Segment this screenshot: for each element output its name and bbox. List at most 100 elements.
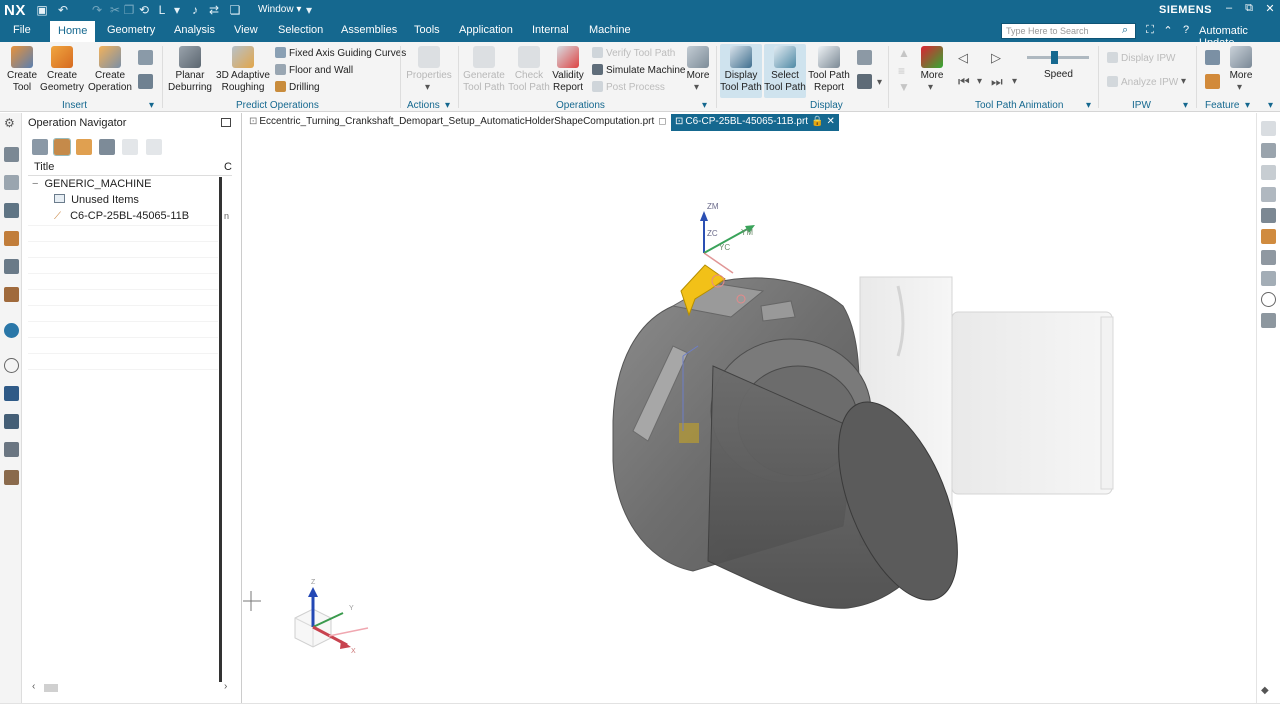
tool-display-icon[interactable] bbox=[1261, 229, 1276, 244]
verify-tool-path-button[interactable]: Verify Tool Path bbox=[592, 47, 675, 59]
play-icon[interactable]: ▷ bbox=[991, 50, 1001, 66]
save-icon[interactable]: ▣ bbox=[35, 3, 49, 17]
feature-more-button[interactable]: More bbox=[1228, 46, 1254, 82]
chevron-down-icon[interactable]: ▾ bbox=[1086, 100, 1091, 111]
rewind-icon[interactable]: ⏮ bbox=[958, 74, 970, 90]
copy-icon[interactable]: ❐ bbox=[122, 3, 136, 17]
chevron-down-icon[interactable]: ▾ bbox=[1012, 76, 1017, 87]
touch-mode-icon[interactable]: L bbox=[155, 3, 169, 17]
planar-deburring-button[interactable]: Planar Deburring bbox=[166, 46, 214, 94]
animation-more-button[interactable]: More bbox=[918, 46, 946, 82]
model-view[interactable]: ZM ZC YC YM Z Y X bbox=[243, 131, 1255, 703]
constraint-navigator-icon[interactable] bbox=[4, 287, 19, 302]
horizontal-scrollbar[interactable]: ‹ › bbox=[28, 681, 232, 695]
window-icon[interactable]: ❏ bbox=[228, 3, 242, 17]
menu-tools[interactable]: Tools bbox=[412, 24, 442, 36]
rendering-style-icon[interactable] bbox=[1261, 208, 1276, 223]
tool-display-icon[interactable] bbox=[857, 74, 872, 89]
menu-analysis[interactable]: Analysis bbox=[172, 24, 217, 36]
display-ipw-button[interactable]: Display IPW bbox=[1107, 52, 1175, 64]
window-menu[interactable]: Window ▾ bbox=[258, 4, 301, 15]
scroll-left-icon[interactable]: ‹ bbox=[32, 681, 35, 692]
find-features-icon[interactable] bbox=[1205, 74, 1220, 89]
gear-icon[interactable]: ⚙ bbox=[4, 116, 19, 131]
column-title[interactable]: Title bbox=[34, 161, 54, 173]
remove-item-icon[interactable] bbox=[146, 139, 162, 155]
menu-file[interactable]: File bbox=[11, 24, 33, 36]
create-operation-button[interactable]: Create Operation bbox=[86, 46, 134, 94]
post-process-button[interactable]: Post Process bbox=[592, 81, 665, 93]
collapse-icon[interactable]: − bbox=[32, 178, 38, 190]
hd3d-tools-icon[interactable] bbox=[4, 414, 19, 429]
machine-tool-view-icon[interactable] bbox=[53, 138, 71, 156]
machine-tool-navigator-icon[interactable] bbox=[4, 147, 19, 162]
view-triad-icon[interactable] bbox=[1261, 121, 1276, 136]
close-icon[interactable]: ✕ bbox=[1262, 2, 1278, 18]
adaptive-roughing-button[interactable]: 3D Adaptive Roughing bbox=[215, 46, 271, 94]
graphics-window[interactable]: ⊡ Eccentric_Turning_Crankshaft_Demopart_S… bbox=[243, 113, 1255, 703]
tree-node-generic-machine[interactable]: − GENERIC_MACHINE bbox=[32, 178, 151, 190]
chevron-down-icon[interactable]: ▾ bbox=[1237, 82, 1242, 93]
ipw-icon[interactable] bbox=[1261, 313, 1276, 328]
display-tool-path-button[interactable]: Display Tool Path bbox=[720, 44, 762, 98]
step-list-icon[interactable]: ≡ bbox=[898, 64, 905, 78]
microphone-icon[interactable]: ♪ bbox=[188, 3, 202, 17]
restore-icon[interactable]: ⧉ bbox=[1241, 2, 1257, 18]
floor-wall-button[interactable]: Floor and Wall bbox=[275, 64, 353, 76]
step-down-icon[interactable]: ▼ bbox=[898, 80, 910, 94]
show-hide-icon[interactable] bbox=[1261, 187, 1276, 202]
maximize-panel-icon[interactable] bbox=[221, 118, 231, 127]
gallery-icon[interactable] bbox=[138, 50, 153, 65]
web-browser-icon[interactable] bbox=[4, 323, 19, 338]
menu-geometry[interactable]: Geometry bbox=[105, 24, 157, 36]
fullscreen-icon[interactable]: ⛶ bbox=[1142, 24, 1158, 40]
program-order-icon[interactable] bbox=[138, 74, 153, 89]
help-icon[interactable]: ? bbox=[1178, 24, 1194, 40]
vertical-scrollbar[interactable] bbox=[219, 177, 222, 682]
reuse-library-icon[interactable] bbox=[4, 386, 19, 401]
validity-report-button[interactable]: Validity Report bbox=[550, 46, 586, 94]
scroll-icon[interactable]: ◆ bbox=[1261, 685, 1276, 700]
chevron-down-icon[interactable]: ▾ bbox=[877, 77, 882, 88]
operations-more-button[interactable]: More bbox=[684, 46, 712, 82]
generate-tool-path-button[interactable]: Generate Tool Path bbox=[462, 46, 506, 94]
simulate-machine-button[interactable]: Simulate Machine bbox=[592, 64, 685, 76]
tab-eccentric-turning[interactable]: ⊡ Eccentric_Turning_Crankshaft_Demopart_S… bbox=[245, 114, 671, 131]
select-tool-path-button[interactable]: Select Tool Path bbox=[764, 44, 806, 98]
drilling-button[interactable]: Drilling bbox=[275, 81, 320, 93]
roles-icon[interactable] bbox=[4, 231, 19, 246]
command-search-input[interactable]: Type Here to Search bbox=[1001, 23, 1136, 39]
switch-window-icon[interactable]: ⇄ bbox=[207, 3, 221, 17]
tree-node-unused-items[interactable]: Unused Items bbox=[54, 194, 139, 206]
redo-icon[interactable]: ↷ bbox=[90, 3, 104, 17]
chevron-down-icon[interactable]: ▾ bbox=[702, 100, 707, 111]
chevron-down-icon[interactable]: ▾ bbox=[977, 76, 982, 87]
holder-display-icon[interactable] bbox=[1261, 250, 1276, 265]
fit-icon[interactable] bbox=[1261, 143, 1276, 158]
menu-machine[interactable]: Machine bbox=[587, 24, 633, 36]
add-item-icon[interactable] bbox=[122, 139, 138, 155]
scroll-right-icon[interactable]: › bbox=[224, 681, 227, 692]
chevron-down-icon[interactable]: ▾ bbox=[928, 82, 933, 93]
repeat-command-icon[interactable]: ⟲ bbox=[137, 3, 151, 17]
chevron-down-icon[interactable]: ▾ bbox=[1181, 76, 1186, 87]
step-up-icon[interactable]: ▲ bbox=[898, 46, 910, 60]
chevron-down-icon[interactable]: ▾ bbox=[1245, 100, 1250, 111]
menu-assemblies[interactable]: Assemblies bbox=[339, 24, 399, 36]
manufacturing-wizard-icon[interactable] bbox=[4, 442, 19, 457]
tab-c6-cp[interactable]: ⊡ C6-CP-25BL-45065-11B.prt 🔒 ✕ bbox=[671, 114, 839, 131]
fixed-axis-button[interactable]: Fixed Axis Guiding Curves bbox=[275, 47, 406, 59]
menu-view[interactable]: View bbox=[232, 24, 260, 36]
display-options-icon[interactable] bbox=[857, 50, 872, 65]
menu-selection[interactable]: Selection bbox=[276, 24, 325, 36]
machining-method-view-icon[interactable] bbox=[99, 139, 115, 155]
geometry-view-icon[interactable] bbox=[76, 139, 92, 155]
chevron-down-icon[interactable]: ▾ bbox=[425, 82, 430, 93]
menu-internal[interactable]: Internal bbox=[530, 24, 571, 36]
column-c[interactable]: C bbox=[224, 161, 232, 173]
forward-icon[interactable]: ⏭ bbox=[991, 74, 1003, 90]
step-back-icon[interactable]: ◁ bbox=[958, 50, 968, 66]
menu-application[interactable]: Application bbox=[457, 24, 515, 36]
chevron-down-icon[interactable]: ▾ bbox=[302, 3, 316, 17]
analyze-ipw-button[interactable]: Analyze IPW bbox=[1107, 76, 1178, 88]
